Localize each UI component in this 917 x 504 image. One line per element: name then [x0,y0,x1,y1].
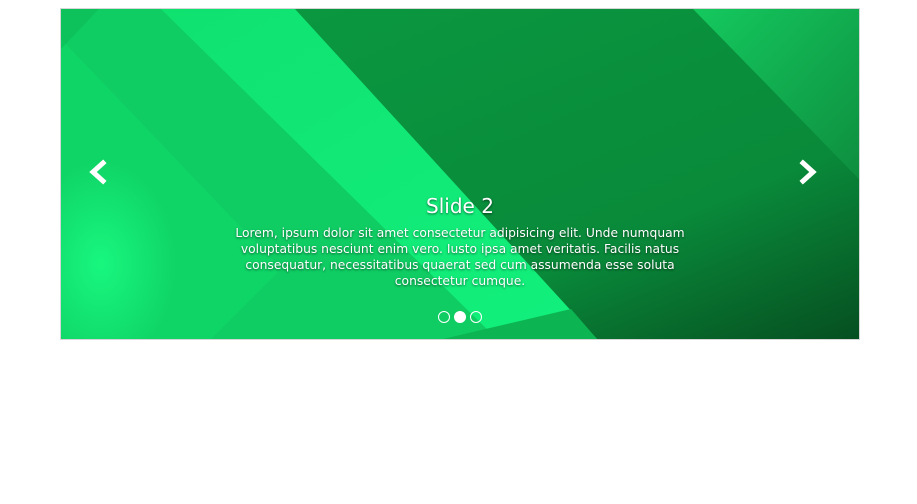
indicator-slide-2[interactable] [454,311,466,323]
image-carousel: Slide 2 Lorem, ipsum dolor sit amet cons… [60,8,860,340]
carousel-prev-button[interactable] [85,159,113,185]
slide-description: Lorem, ipsum dolor sit amet consectetur … [235,226,685,288]
chevron-left-icon [89,159,107,185]
carousel-indicators [61,311,859,323]
indicator-slide-3[interactable] [470,311,482,323]
indicator-slide-1[interactable] [438,311,450,323]
carousel-next-button[interactable] [795,159,823,185]
slide-background-image [61,9,859,339]
chevron-right-icon [799,159,817,185]
slide-caption: Slide 2 Lorem, ipsum dolor sit amet cons… [211,193,709,289]
slide-title: Slide 2 [426,194,494,218]
